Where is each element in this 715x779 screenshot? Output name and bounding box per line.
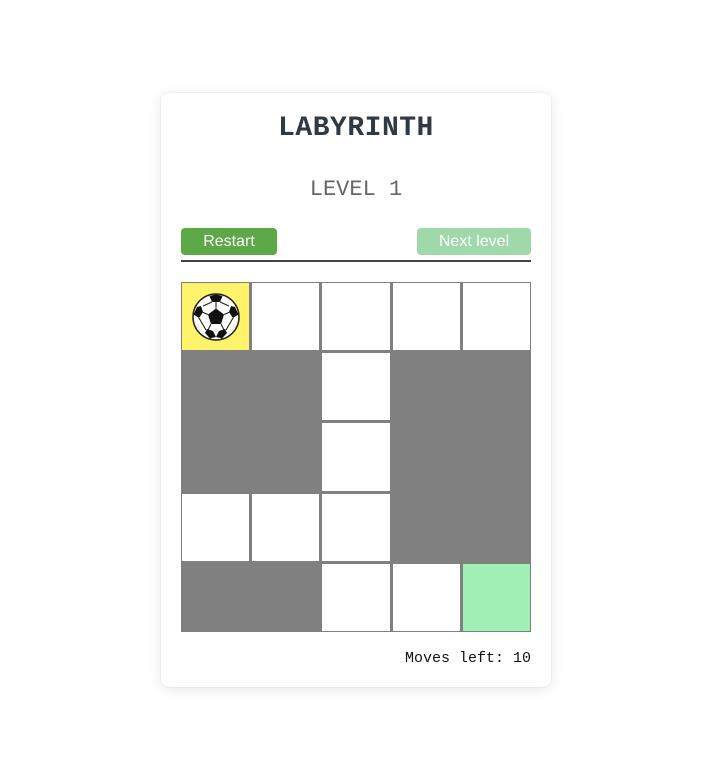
maze-cell-wall <box>182 423 250 491</box>
moves-label: Moves left: <box>404 650 504 667</box>
maze-cell-wall <box>252 423 320 491</box>
game-card: LABYRINTH LEVEL 1 Restart Next level Mov… <box>161 93 551 687</box>
maze-cell-wall <box>252 353 320 421</box>
maze-cell-wall <box>392 493 460 561</box>
maze-cell-goal[interactable] <box>462 563 530 631</box>
maze-cell-open[interactable] <box>462 283 530 351</box>
soccer-ball-icon <box>191 292 240 341</box>
next-level-button[interactable]: Next level <box>417 228 531 255</box>
maze-cell-open[interactable] <box>322 283 390 351</box>
divider <box>181 260 531 262</box>
maze-cell-open[interactable] <box>322 353 390 421</box>
game-title: LABYRINTH <box>278 113 434 144</box>
maze-cell-open[interactable] <box>252 493 320 561</box>
maze-cell-wall <box>462 423 530 491</box>
maze-cell-open[interactable] <box>182 493 250 561</box>
maze-cell-open[interactable] <box>322 493 390 561</box>
maze-cell-open[interactable] <box>322 563 390 631</box>
moves-counter: Moves left: 10 <box>405 650 531 667</box>
maze-cell-wall <box>252 563 320 631</box>
maze-cell-wall <box>462 493 530 561</box>
maze-cell-wall <box>182 353 250 421</box>
maze-cell-wall <box>392 353 460 421</box>
maze-cell-open[interactable] <box>322 423 390 491</box>
maze-cell-current[interactable] <box>182 283 250 351</box>
maze-cell-open[interactable] <box>392 283 460 351</box>
maze-cell-wall <box>392 423 460 491</box>
maze-cell-open[interactable] <box>392 563 460 631</box>
maze-cell-open[interactable] <box>252 283 320 351</box>
maze-grid[interactable] <box>181 282 531 632</box>
restart-button[interactable]: Restart <box>181 228 277 255</box>
maze-cell-wall <box>182 563 250 631</box>
level-indicator: LEVEL 1 <box>309 177 403 202</box>
moves-left-value: 10 <box>512 650 531 667</box>
maze-cell-wall <box>462 353 530 421</box>
